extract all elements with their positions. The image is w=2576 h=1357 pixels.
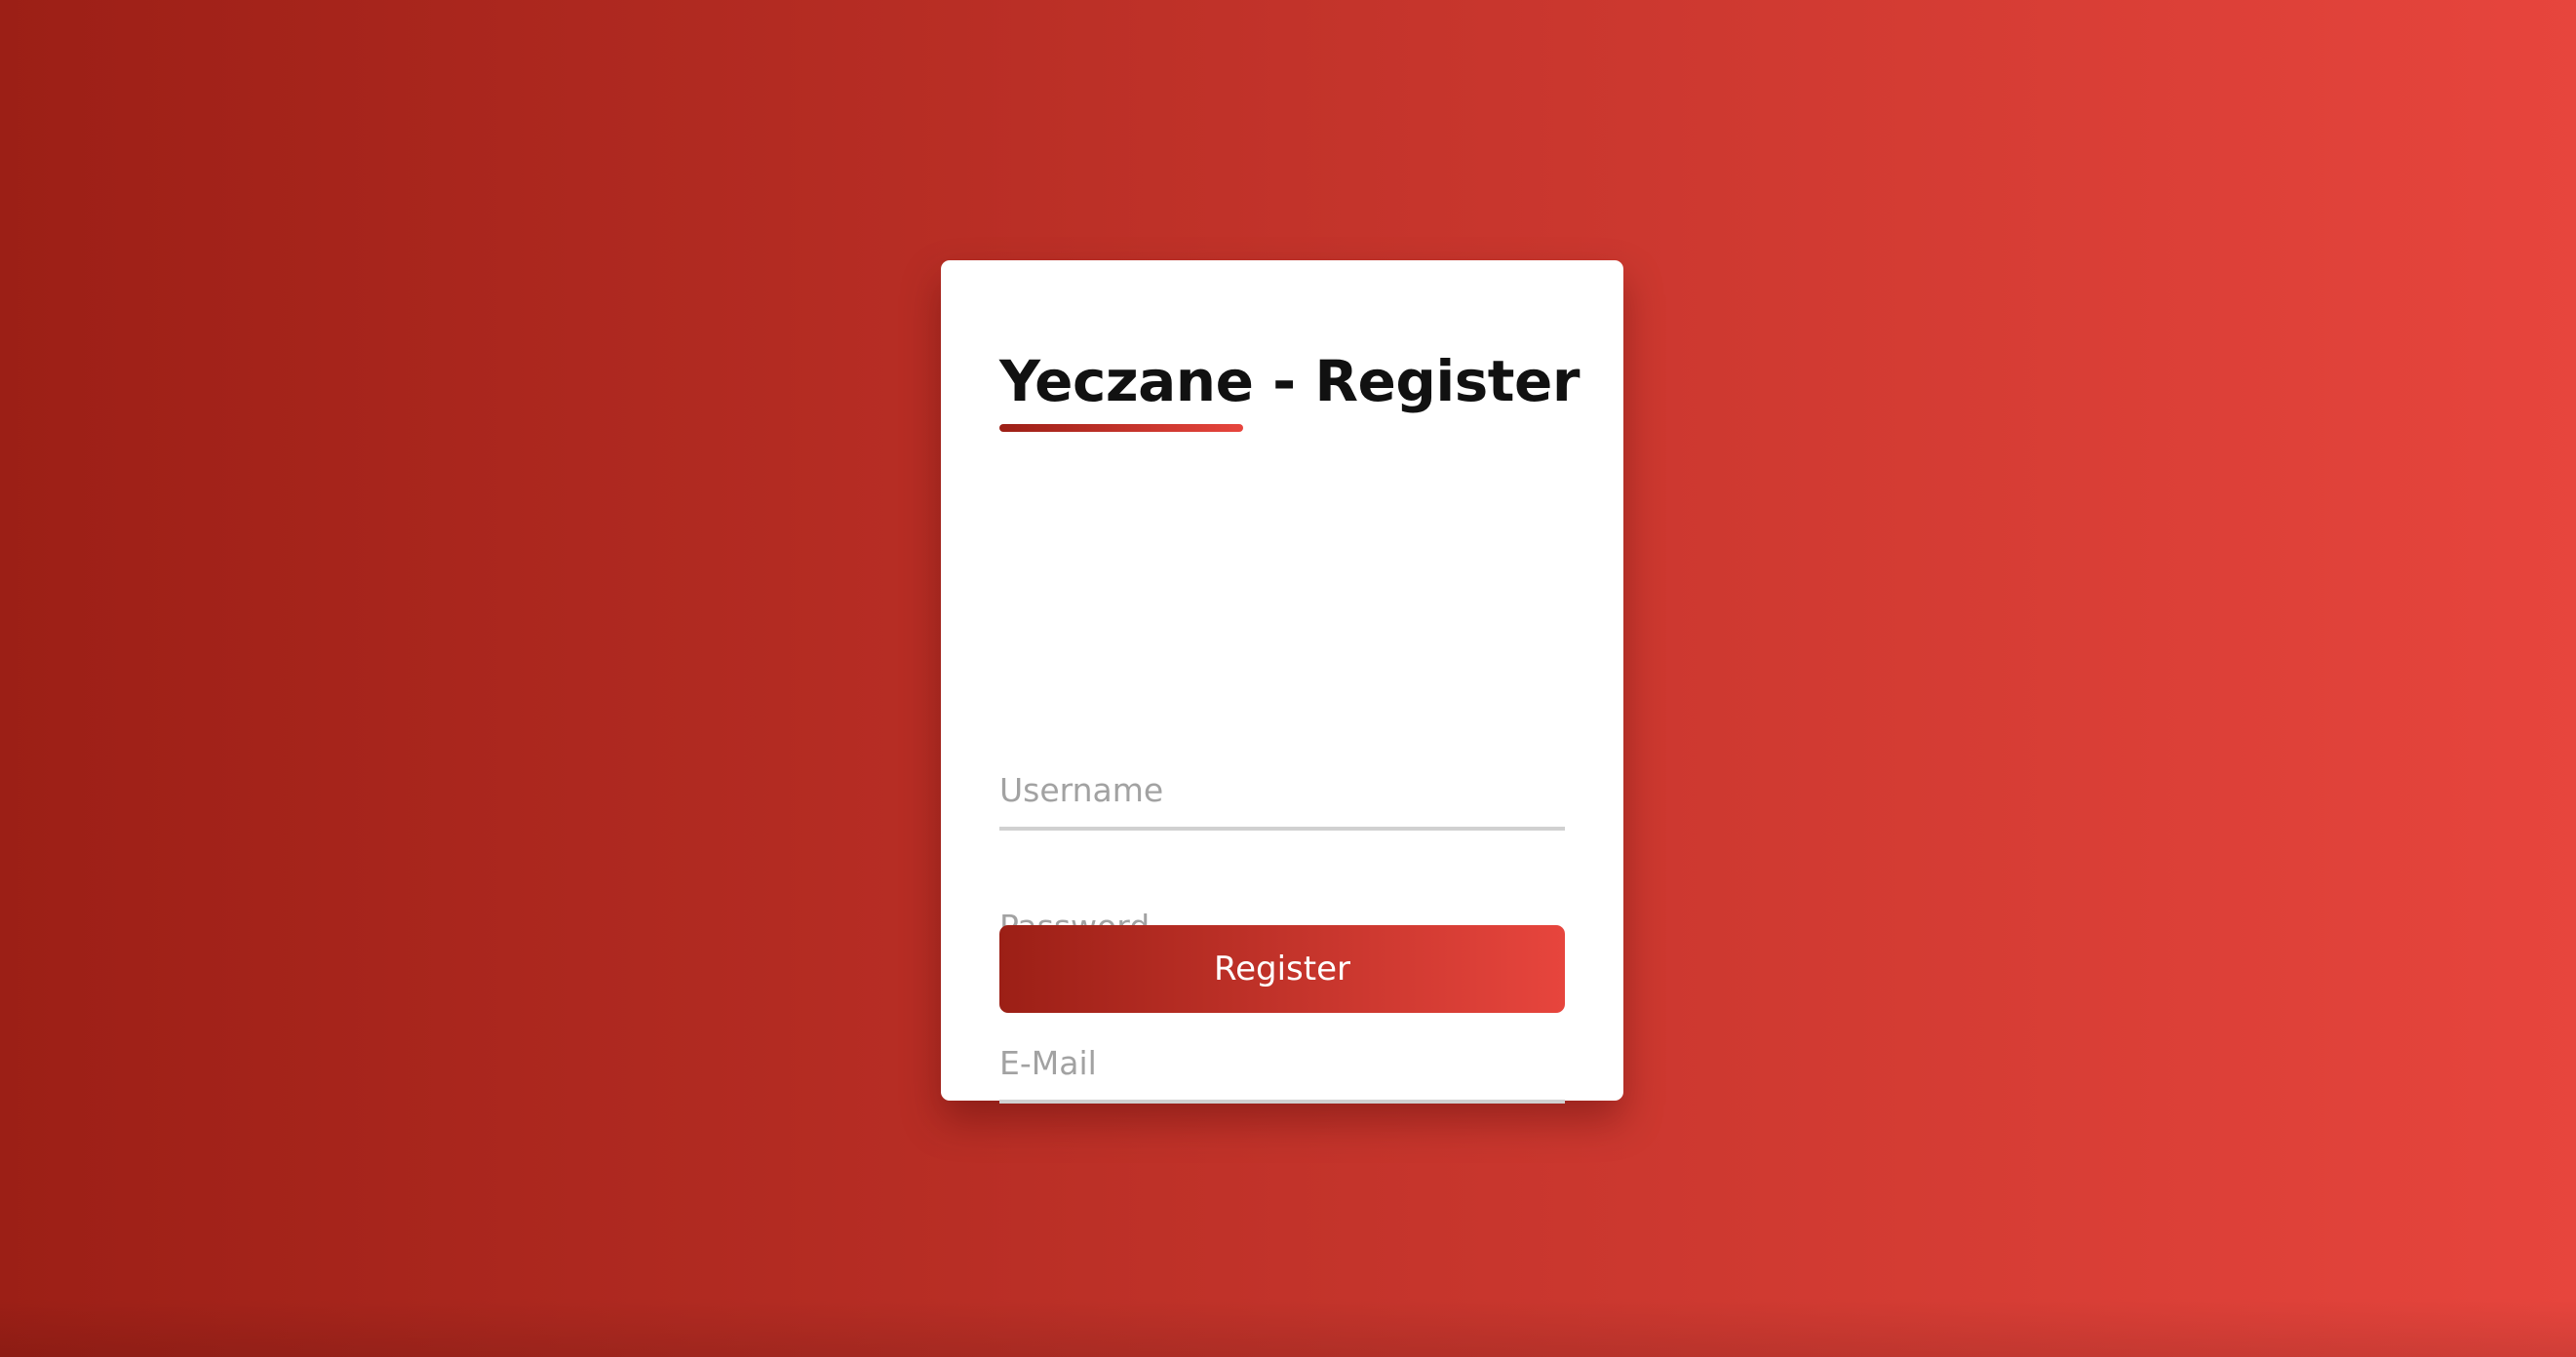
title-brand: Yeczane — [999, 348, 1254, 414]
title-rest: - Register — [1253, 348, 1580, 414]
register-page: { "form": { "title_brand": "Yeczane", "t… — [0, 0, 2576, 1357]
register-card: Yeczane - Register Register — [941, 260, 1623, 1104]
register-button[interactable]: Register — [999, 925, 1565, 1013]
background-shade — [0, 1299, 2576, 1357]
page-title: Yeczane - Register — [999, 353, 1580, 409]
title-underline — [999, 424, 1243, 432]
email-input[interactable] — [999, 1026, 1565, 1104]
username-input[interactable] — [999, 753, 1565, 831]
